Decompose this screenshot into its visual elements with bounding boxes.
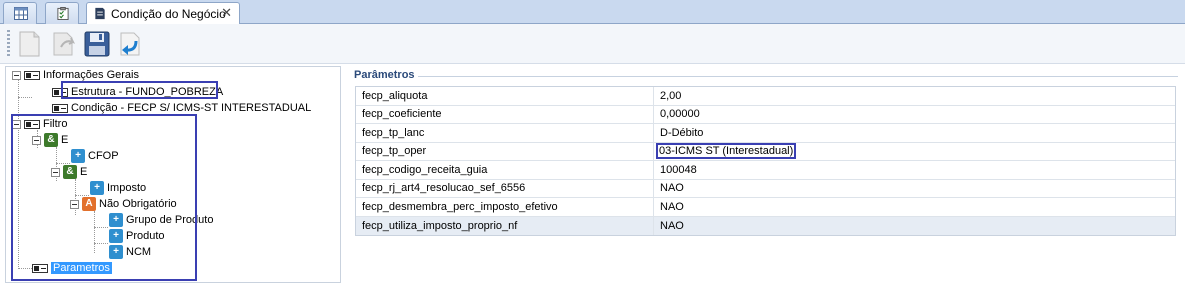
param-key: fecp_tp_oper <box>356 142 654 160</box>
table-row[interactable]: fecp_desmembra_perc_imposto_efetivo NAO <box>356 198 1175 217</box>
param-key: fecp_rj_art4_resolucao_sef_6556 <box>356 179 654 197</box>
tab-checklist[interactable] <box>45 2 79 24</box>
rule-icon <box>52 103 68 113</box>
param-value[interactable]: NAO <box>654 180 1175 198</box>
param-value[interactable]: 100048 <box>654 161 1175 179</box>
param-key: fecp_coeficiente <box>356 105 654 123</box>
tree-node-label: Informações Gerais <box>43 69 139 81</box>
param-value[interactable]: 2,00 <box>654 87 1175 105</box>
collapse-icon[interactable] <box>12 70 21 80</box>
undo-icon[interactable] <box>116 29 146 59</box>
document-icon <box>95 7 105 20</box>
table-row[interactable]: fecp_coeficiente 0,00000 <box>356 105 1175 124</box>
checklist-icon <box>57 7 69 20</box>
param-value[interactable]: D-Débito <box>654 124 1175 142</box>
table-row[interactable]: fecp_codigo_receita_guia 100048 <box>356 161 1175 180</box>
param-key: fecp_desmembra_perc_imposto_efetivo <box>356 198 654 216</box>
toolbar <box>0 24 1185 64</box>
condition-tree: Informações Gerais Estrutura - FUNDO_POB… <box>5 66 341 283</box>
tab-title: Condição do Negócio <box>111 7 226 21</box>
toolbar-grip[interactable] <box>7 30 10 58</box>
param-key: fecp_aliquota <box>356 87 654 105</box>
tree-node-label: Condição - FECP S/ ICMS-ST INTERESTADUAL <box>71 102 312 114</box>
parameters-grid: fecp_aliquota 2,00 fecp_coeficiente 0,00… <box>355 86 1176 236</box>
table-row[interactable]: fecp_aliquota 2,00 <box>356 87 1175 106</box>
parameters-title: Parâmetros <box>354 69 415 81</box>
table-icon <box>14 7 28 20</box>
highlight-box <box>61 81 218 99</box>
title-divider <box>418 76 1178 77</box>
redo-icon[interactable] <box>49 29 79 59</box>
highlight-box <box>11 114 197 281</box>
tab-condicao-do-negocio[interactable]: Condição do Negócio ✕ <box>86 2 240 25</box>
param-value[interactable]: 0,00000 <box>654 106 1175 124</box>
rule-icon <box>24 70 40 80</box>
tab-grid[interactable] <box>3 2 37 24</box>
tree-connector <box>18 97 32 98</box>
table-row-selected[interactable]: fecp_utiliza_imposto_proprio_nf NAO <box>356 216 1175 236</box>
table-row[interactable]: fecp_tp_oper 03-ICMS ST (Interestadual) <box>356 142 1175 161</box>
highlight-box: 03-ICMS ST (Interestadual) <box>656 143 797 160</box>
param-key: fecp_utiliza_imposto_proprio_nf <box>356 216 654 235</box>
tab-strip: Condição do Negócio ✕ <box>0 0 1185 25</box>
param-value[interactable]: NAO <box>654 198 1175 216</box>
table-row[interactable]: fecp_tp_lanc D-Débito <box>356 124 1175 143</box>
table-row[interactable]: fecp_rj_art4_resolucao_sef_6556 NAO <box>356 179 1175 198</box>
new-icon[interactable] <box>14 29 44 59</box>
save-icon[interactable] <box>82 29 112 59</box>
param-key: fecp_codigo_receita_guia <box>356 161 654 179</box>
parameters-panel: Parâmetros fecp_aliquota 2,00 fecp_coefi… <box>346 66 1185 283</box>
param-key: fecp_tp_lanc <box>356 124 654 142</box>
close-icon[interactable]: ✕ <box>221 5 232 21</box>
param-value-highlighted[interactable]: 03-ICMS ST (Interestadual) <box>654 143 1175 161</box>
param-value[interactable]: NAO <box>654 217 1175 236</box>
